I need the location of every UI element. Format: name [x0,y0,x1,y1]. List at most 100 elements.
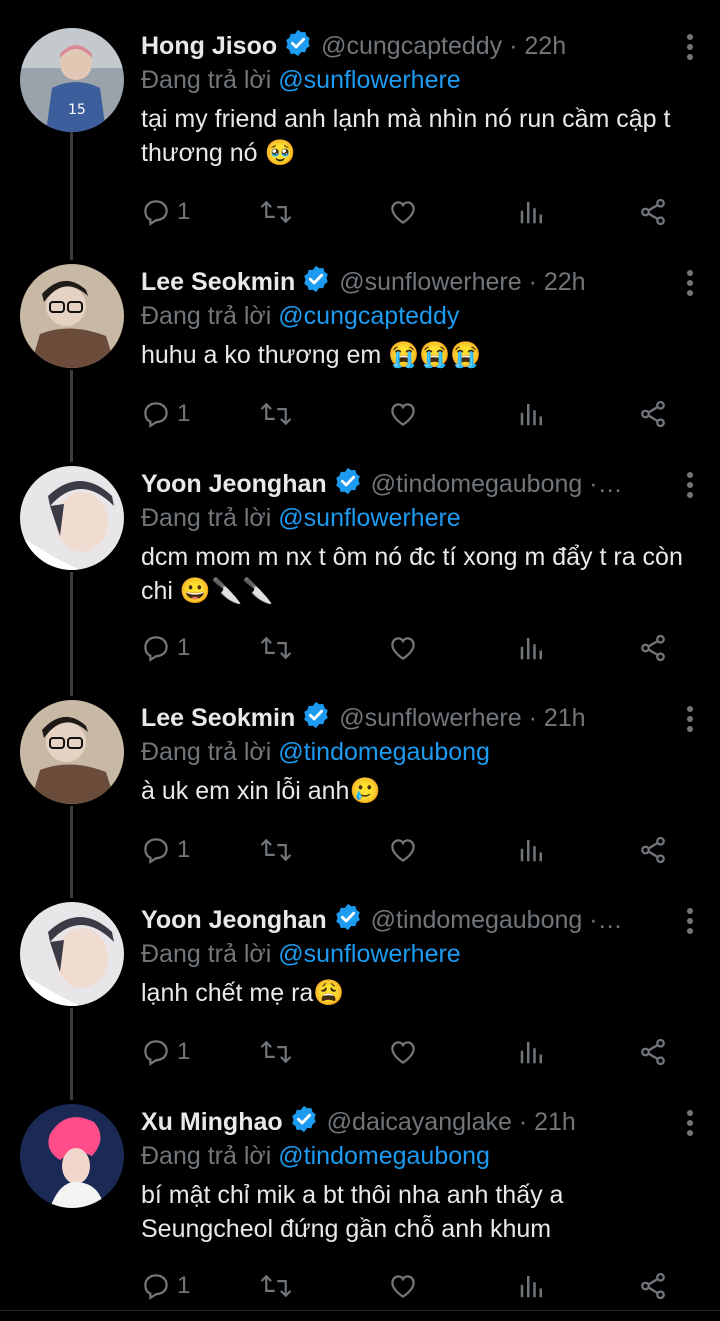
verified-badge-icon [333,902,363,942]
verified-badge-icon [301,700,331,740]
reply-count: 1 [177,634,191,661]
reply-prefix: Đang trả lời [141,66,272,94]
share-icon [641,634,665,662]
more-vertical-icon[interactable] [680,470,700,500]
author-name[interactable]: Yoon Jeonghan [141,906,327,934]
reply-button[interactable]: 1 [141,1266,190,1306]
verified-badge-icon [333,466,363,506]
retweet-button[interactable] [259,628,293,668]
author-name[interactable]: Yoon Jeonghan [141,470,327,498]
reply-to-handle[interactable]: @tindomegaubong [278,738,490,766]
share-button[interactable] [637,192,669,232]
retweet-button[interactable] [259,394,293,434]
thread-line [70,572,73,696]
reply-button[interactable]: 1 [141,394,190,434]
tweet-text: dcm mom m nx t ôm nó đc tí xong m đẩy t … [141,543,683,605]
like-button[interactable] [387,628,419,668]
tweet-meta: @cungcapteddy · 22h [321,32,567,60]
like-button[interactable] [387,394,419,434]
views-button[interactable] [517,192,547,232]
tweet-text: à uk em xin lỗi anh🥲 [141,777,381,805]
heart-icon [391,403,415,426]
thread-line [70,130,73,260]
reply-count: 1 [177,1038,191,1065]
reply-button[interactable]: 1 [141,628,190,668]
author-name[interactable]: Lee Seokmin [141,268,295,296]
avatar[interactable] [20,264,124,368]
like-button[interactable] [387,830,419,870]
tweet-header: Lee Seokmin @sunflowerhere · 22h [141,264,700,300]
views-icon [520,202,542,224]
verified-badge-icon [283,28,313,68]
more-vertical-icon[interactable] [680,704,700,734]
avatar[interactable] [20,466,124,570]
tweet-header: Lee Seokmin @sunflowerhere · 21h [141,700,700,736]
share-button[interactable] [637,1032,669,1072]
like-button[interactable] [387,1266,419,1306]
reply-to-handle[interactable]: @sunflowerhere [278,504,460,532]
reply-button[interactable]: 1 [141,1032,190,1072]
retweet-icon [260,402,292,426]
share-button[interactable] [637,628,669,668]
replying-to: Đang trả lời @cungcapteddy [141,300,700,332]
verified-badge-icon [289,1104,319,1144]
more-vertical-icon[interactable] [680,1108,700,1138]
retweet-button[interactable] [259,830,293,870]
reply-button[interactable]: 1 [141,192,190,232]
tweet-actions: 1 [141,628,690,668]
tweet-header: Hong Jisoo @cungcapteddy · 22h [141,28,700,64]
more-vertical-icon[interactable] [680,268,700,298]
views-button[interactable] [517,830,547,870]
tweet-header: Yoon Jeonghan @tindomegaubong ·… [141,466,700,502]
views-button[interactable] [517,628,547,668]
share-button[interactable] [637,1266,669,1306]
share-icon [641,1272,665,1300]
reply-count: 1 [177,836,191,863]
retweet-button[interactable] [259,192,293,232]
reply-icon [144,1274,168,1300]
retweet-button[interactable] [259,1032,293,1072]
author-name[interactable]: Hong Jisoo [141,32,277,60]
reply-to-handle[interactable]: @cungcapteddy [278,302,459,330]
views-icon [520,840,542,862]
reply-prefix: Đang trả lời [141,504,272,532]
reply-to-handle[interactable]: @sunflowerhere [278,940,460,968]
views-button[interactable] [517,394,547,434]
author-name[interactable]: Lee Seokmin [141,704,295,732]
like-button[interactable] [387,192,419,232]
views-icon [520,404,542,426]
avatar[interactable]: 15 [20,28,124,132]
heart-icon [391,637,415,660]
views-icon [520,638,542,660]
replying-to: Đang trả lời @tindomegaubong [141,736,700,768]
reply-to-handle[interactable]: @sunflowerhere [278,66,460,94]
share-button[interactable] [637,394,669,434]
views-icon [520,1042,542,1064]
tweet-actions: 1 [141,1032,690,1072]
author-name[interactable]: Xu Minghao [141,1108,283,1136]
views-button[interactable] [517,1032,547,1072]
retweet-icon [260,636,292,660]
reply-count: 1 [177,1272,191,1299]
retweet-button[interactable] [259,1266,293,1306]
share-icon [641,1038,665,1066]
tweet-meta: @daicayanglake · 21h [326,1108,576,1136]
thread-line [70,370,73,462]
like-button[interactable] [387,1032,419,1072]
views-button[interactable] [517,1266,547,1306]
share-button[interactable] [637,830,669,870]
divider [0,1310,720,1311]
tweet-actions: 1 [141,1266,690,1306]
avatar[interactable] [20,1104,124,1208]
reply-prefix: Đang trả lời [141,940,272,968]
more-vertical-icon[interactable] [680,32,700,62]
reply-icon [144,1040,168,1066]
reply-to-handle[interactable]: @tindomegaubong [278,1142,490,1170]
reply-button[interactable]: 1 [141,830,190,870]
retweet-icon [260,200,292,224]
more-vertical-icon[interactable] [680,906,700,936]
avatar[interactable] [20,902,124,1006]
avatar[interactable] [20,700,124,804]
heart-icon [391,201,415,224]
retweet-icon [260,838,292,862]
